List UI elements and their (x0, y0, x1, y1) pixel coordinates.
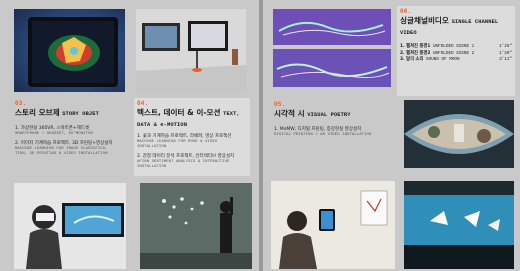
section-05: 05. 시각적 시 VISUAL POETRY 1. MoMW, 디지털 프린팅… (271, 101, 393, 142)
photo-vr-headset-visitor (14, 183, 126, 269)
photo-360-panorama (404, 100, 514, 168)
section-title: 시각적 시 VISUAL POETRY (274, 109, 390, 120)
title-english: STORY OBJET (62, 111, 99, 117)
item-korean: 3. 달의 소리 (400, 57, 424, 62)
photo-projection-video (404, 181, 514, 269)
section-number: 06. (400, 8, 412, 15)
title-english-line2: DATA & e-MOTION (137, 122, 188, 128)
video-list: 1. 펼쳐진 풍경1 UNFOLDED SCENE 1 1'25" 2. 펼쳐진… (400, 44, 512, 64)
list-item: 2. 이미지 기계학습 프로젝트, 3D 프린팅+영상설치 MACHINE LE… (15, 141, 127, 157)
section-title: 싱글채널비디오 SINGLE CHANNEL VIDEO (400, 16, 512, 38)
photo-video-still-top (273, 9, 391, 45)
item-english: MACHINE LEARNING FOR IMAGE CLASSIFICA- T… (15, 147, 108, 156)
section-number: 03. (15, 100, 27, 107)
item-korean: 2. 펼쳐진 풍경2 (400, 50, 431, 56)
photo-installation-room (136, 9, 246, 92)
section-06-box: 06. 싱글채널비디오 SINGLE CHANNEL VIDEO 1. 펼쳐진 … (397, 6, 515, 96)
title-english: VISUAL POETRY (307, 112, 351, 118)
list-item: 1. MoMW, 디지털 프린팅, 증강현실 영상설치 DIGITAL PRIN… (274, 127, 390, 138)
section-number: 04. (137, 100, 149, 107)
item-english: MACHINE LEARNING FOR ROSE & VIDEO INSTAL… (137, 140, 218, 149)
item-english: SMARTPHONE + HEADSET, 55"MONITOR (15, 132, 93, 136)
list-item: 1. 가상현실 360VR, 스마트폰+헤드셋 SMARTPHONE + HEA… (15, 126, 127, 137)
title-korean: 시각적 시 (274, 109, 305, 118)
right-page: 06. 싱글채널비디오 SINGLE CHANNEL VIDEO 1. 펼쳐진 … (263, 0, 520, 271)
section-number: 05. (274, 101, 286, 108)
photo-ar-tablet-visitor (271, 181, 395, 269)
item-english: UNFOLDED SCENE 1 (432, 44, 475, 49)
item-english: UNFOLDED SCENE 2 (432, 50, 475, 56)
title-korean: 스토리 오브제 (15, 108, 60, 117)
title-korean: 싱글채널비디오 (400, 16, 449, 25)
item-list: 1. MoMW, 디지털 프린팅, 증강현실 영상설치 DIGITAL PRIN… (274, 127, 390, 138)
title-korean: 텍스트, 데이터 & 이-모션 (137, 108, 221, 117)
list-item: 1. 꽃과 기계학습 프로젝트, 라떼파, 영상 프로젝션 MACHINE LE… (137, 134, 247, 150)
section-title: 스토리 오브제 STORY OBJET (15, 108, 127, 119)
photo-tablet-3d-figure (14, 9, 125, 92)
list-item: 3. 달의 소리 SOUND OF MOON 3'11" (400, 57, 512, 64)
item-english: AFINN SENTIMENT ANALYSIS & INTERACTIVE I… (137, 160, 230, 169)
photo-video-still-middle (273, 49, 391, 87)
section-title: 텍스트, 데이터 & 이-모션 TEXT, DATA & e-MOTION (137, 108, 247, 130)
left-page: 03. 스토리 오브제 STORY OBJET 1. 가상현실 360VR, 스… (0, 0, 259, 271)
list-item: 2. 감정 데이터 분석 프로젝트, 인터랙티브 영상설치 AFINN SENT… (137, 154, 247, 170)
item-list: 1. 꽃과 기계학습 프로젝트, 라떼파, 영상 프로젝션 MACHINE LE… (137, 134, 247, 170)
section-03: 03. 스토리 오브제 STORY OBJET 1. 가상현실 360VR, 스… (12, 100, 130, 161)
section-04-box: 04. 텍스트, 데이터 & 이-모션 TEXT, DATA & e-MOTIO… (134, 98, 250, 176)
title-english: TEXT, (223, 111, 240, 117)
item-duration: 3'11" (499, 57, 512, 62)
item-korean: 1. 펼쳐진 풍경1 (400, 44, 431, 49)
item-english: SOUND OF MOON (426, 57, 460, 62)
item-list: 1. 가상현실 360VR, 스마트폰+헤드셋 SMARTPHONE + HEA… (15, 126, 127, 157)
item-english: DIGITAL PRINTING + AR VIDEO INSTALLATION (274, 133, 372, 137)
photo-dark-interactive-room (140, 183, 252, 269)
